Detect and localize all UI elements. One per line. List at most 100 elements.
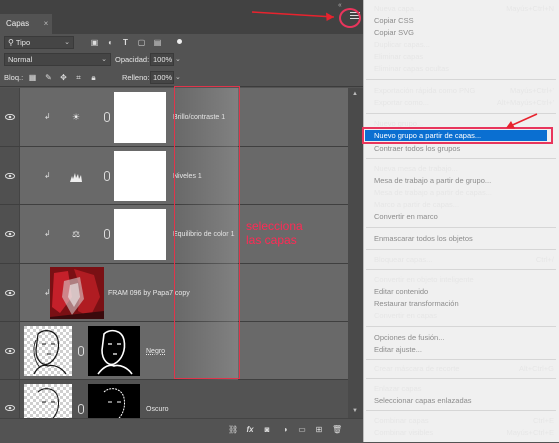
eye-icon[interactable] xyxy=(5,348,15,354)
layer-name[interactable]: Equilibrio de color 1 xyxy=(173,231,234,238)
chevron-down-icon[interactable]: ⌄ xyxy=(175,55,181,63)
eye-icon[interactable] xyxy=(5,405,15,411)
link-layers-icon[interactable]: ⛓ xyxy=(228,425,238,435)
link-icon[interactable] xyxy=(104,171,110,181)
filter-kind-select[interactable]: ⚲ Tipo ⌄ xyxy=(4,36,74,49)
menu-label: Nueva mesa de trabajo... xyxy=(374,164,458,173)
menu-item-edit-contents[interactable]: Editar contenido xyxy=(374,286,558,297)
chevron-down-icon[interactable]: ⌄ xyxy=(175,73,181,81)
image-thumbnail[interactable] xyxy=(50,267,104,319)
panel-menu-icon[interactable] xyxy=(350,12,360,22)
menu-item-export-as[interactable]: Exportar como... Alt+Mayús+Ctrl+' xyxy=(374,97,558,108)
lock-transparency-icon[interactable]: ▦ xyxy=(28,73,37,82)
link-icon[interactable] xyxy=(78,346,84,356)
blend-mode-select[interactable]: Normal ⌄ xyxy=(4,53,111,66)
menu-item-frame-from-layers[interactable]: Marco a partir de capas... xyxy=(374,199,558,210)
adjustment-layer-icon[interactable]: ◑ xyxy=(280,425,290,435)
link-icon[interactable] xyxy=(104,229,110,239)
layer-name[interactable]: Negro xyxy=(146,348,165,355)
new-group-icon[interactable]: ▭ xyxy=(297,425,307,435)
fx-icon[interactable]: fx xyxy=(245,425,255,435)
menu-item-clipping-mask[interactable]: Crear máscara de recorte Alt+Ctrl+G xyxy=(374,363,558,374)
menu-item-merge-layers[interactable]: Combinar capas Ctrl+E xyxy=(374,415,558,426)
shape-filter-icon[interactable]: ▢ xyxy=(137,38,146,47)
menu-label: Marco a partir de capas... xyxy=(374,200,460,209)
menu-item-artboard-from-group[interactable]: Mesa de trabajo a partir de grupo... xyxy=(374,175,558,186)
layer-name[interactable]: Oscuro xyxy=(146,406,169,413)
eye-icon[interactable] xyxy=(5,173,15,179)
menu-item-delete-hidden[interactable]: Eliminar capas ocultas xyxy=(374,63,558,74)
lock-row: Bloq.: ▦ ✎ ✥ ⌗ 🔒︎ Relleno: 100% ⌄ xyxy=(0,70,363,87)
menu-item-copy-css[interactable]: Copiar CSS xyxy=(374,15,558,26)
menu-item-convert-frame[interactable]: Convertir en marco xyxy=(374,211,558,222)
menu-label: Opciones de fusión... xyxy=(374,333,445,342)
fill-input[interactable]: 100% xyxy=(150,71,174,84)
pixel-filter-icon[interactable]: ▣ xyxy=(90,38,99,47)
eye-icon[interactable] xyxy=(5,231,15,237)
text-filter-icon[interactable]: T xyxy=(121,38,130,47)
blend-mode-label: Normal xyxy=(8,55,33,64)
new-layer-icon[interactable]: ⊞ xyxy=(314,425,324,435)
layer-name[interactable]: FRAM 096 by Papa7 copy xyxy=(108,290,190,297)
menu-item-delete[interactable]: Eliminar capas xyxy=(374,51,558,62)
menu-item-lock-layers[interactable]: Bloquear capas... Ctrl+/ xyxy=(374,254,558,265)
menu-item-artboard-from-layers[interactable]: Mesa de trabajo a partir de capas... xyxy=(374,187,558,198)
blend-row: Normal ⌄ Opacidad: 100% ⌄ xyxy=(0,52,363,68)
layers-scrollbar[interactable] xyxy=(348,88,363,418)
link-icon[interactable] xyxy=(78,404,84,414)
trash-icon[interactable]: 🗑︎ xyxy=(332,425,342,435)
layer-name[interactable]: Brillo/contraste 1 xyxy=(173,114,225,121)
collapse-panel-icon[interactable]: ‹‹ xyxy=(338,2,342,9)
scroll-down-icon[interactable]: ▼ xyxy=(352,408,358,414)
layer-mask-thumbnail[interactable] xyxy=(114,92,166,143)
menu-label: Convertir en capas xyxy=(374,311,437,320)
menu-separator xyxy=(366,113,556,114)
eye-icon[interactable] xyxy=(5,114,15,120)
menu-item-group-from-layers[interactable]: Nuevo grupo a partir de capas... xyxy=(374,130,558,141)
menu-item-convert-layers[interactable]: Convertir en capas xyxy=(374,310,558,321)
layer-thumbnail[interactable] xyxy=(24,384,72,418)
layer-thumbnail[interactable] xyxy=(24,326,72,376)
link-icon[interactable] xyxy=(104,112,110,122)
clip-arrow-icon: ↲ xyxy=(44,171,51,180)
menu-item-quick-export[interactable]: Exportación rápida como PNG Mayús+Ctrl+' xyxy=(374,85,558,96)
layer-mask-thumbnail[interactable] xyxy=(88,384,140,418)
add-mask-icon[interactable]: ◙ xyxy=(262,425,272,435)
lock-artboard-icon[interactable]: ⌗ xyxy=(74,73,83,82)
lock-all-icon[interactable]: 🔒︎ xyxy=(89,73,98,82)
menu-item-new-group[interactable]: Nuevo grupo... xyxy=(374,118,558,129)
scroll-up-icon[interactable]: ▲ xyxy=(352,91,358,97)
smart-object-filter-icon[interactable]: ▤ xyxy=(153,38,162,47)
adjustment-filter-icon[interactable]: ◐ xyxy=(106,38,115,47)
menu-item-blending-options[interactable]: Opciones de fusión... xyxy=(374,332,558,343)
menu-label: Restaurar transformación xyxy=(374,299,459,308)
lock-position-icon[interactable]: ✥ xyxy=(59,73,68,82)
tab-close-button[interactable]: × xyxy=(40,14,52,34)
eye-icon[interactable] xyxy=(5,290,15,296)
layer-row-brightness[interactable]: ↲ ☀ Brillo/contraste 1 xyxy=(0,88,348,147)
menu-item-duplicate[interactable]: Duplicar capas... xyxy=(374,39,558,50)
menu-item-edit-adjustment[interactable]: Editar ajuste... xyxy=(374,344,558,355)
menu-item-link-layers[interactable]: Enlazar capas xyxy=(374,383,558,394)
menu-item-new-artboard[interactable]: Nueva mesa de trabajo... xyxy=(374,163,558,174)
layer-row-oscuro[interactable]: Oscuro xyxy=(0,380,348,418)
layer-mask-thumbnail[interactable] xyxy=(114,209,166,260)
filter-toggle[interactable] xyxy=(177,39,182,44)
menu-label: Mesa de trabajo a partir de capas... xyxy=(374,188,492,197)
layer-mask-thumbnail[interactable] xyxy=(114,151,166,201)
layer-name[interactable]: Niveles 1 xyxy=(173,173,202,180)
menu-item-mask-all[interactable]: Enmascarar todos los objetos xyxy=(374,233,558,244)
layer-row-image[interactable]: ↲ FRAM 096 by Papa7 copy xyxy=(0,264,348,322)
menu-item-collapse-groups[interactable]: Contraer todos los grupos xyxy=(374,143,558,154)
layer-row-negro[interactable]: Negro xyxy=(0,322,348,380)
layer-row-levels[interactable]: ↲ Niveles 1 xyxy=(0,147,348,205)
menu-item-reset-transform[interactable]: Restaurar transformación xyxy=(374,298,558,309)
lock-pixels-icon[interactable]: ✎ xyxy=(44,73,53,82)
menu-item-copy-svg[interactable]: Copiar SVG xyxy=(374,27,558,38)
menu-item-smart-object[interactable]: Convertir en objeto inteligente xyxy=(374,274,558,285)
layer-mask-thumbnail[interactable] xyxy=(88,326,140,376)
menu-item-select-linked[interactable]: Seleccionar capas enlazadas xyxy=(374,395,558,406)
menu-item-new-layer[interactable]: Nueva capa... Mayús+Ctrl+N xyxy=(374,3,558,14)
opacity-input[interactable]: 100% xyxy=(150,53,174,66)
menu-item-merge-visible[interactable]: Combinar visibles Mayús+Ctrl+E xyxy=(374,427,558,438)
